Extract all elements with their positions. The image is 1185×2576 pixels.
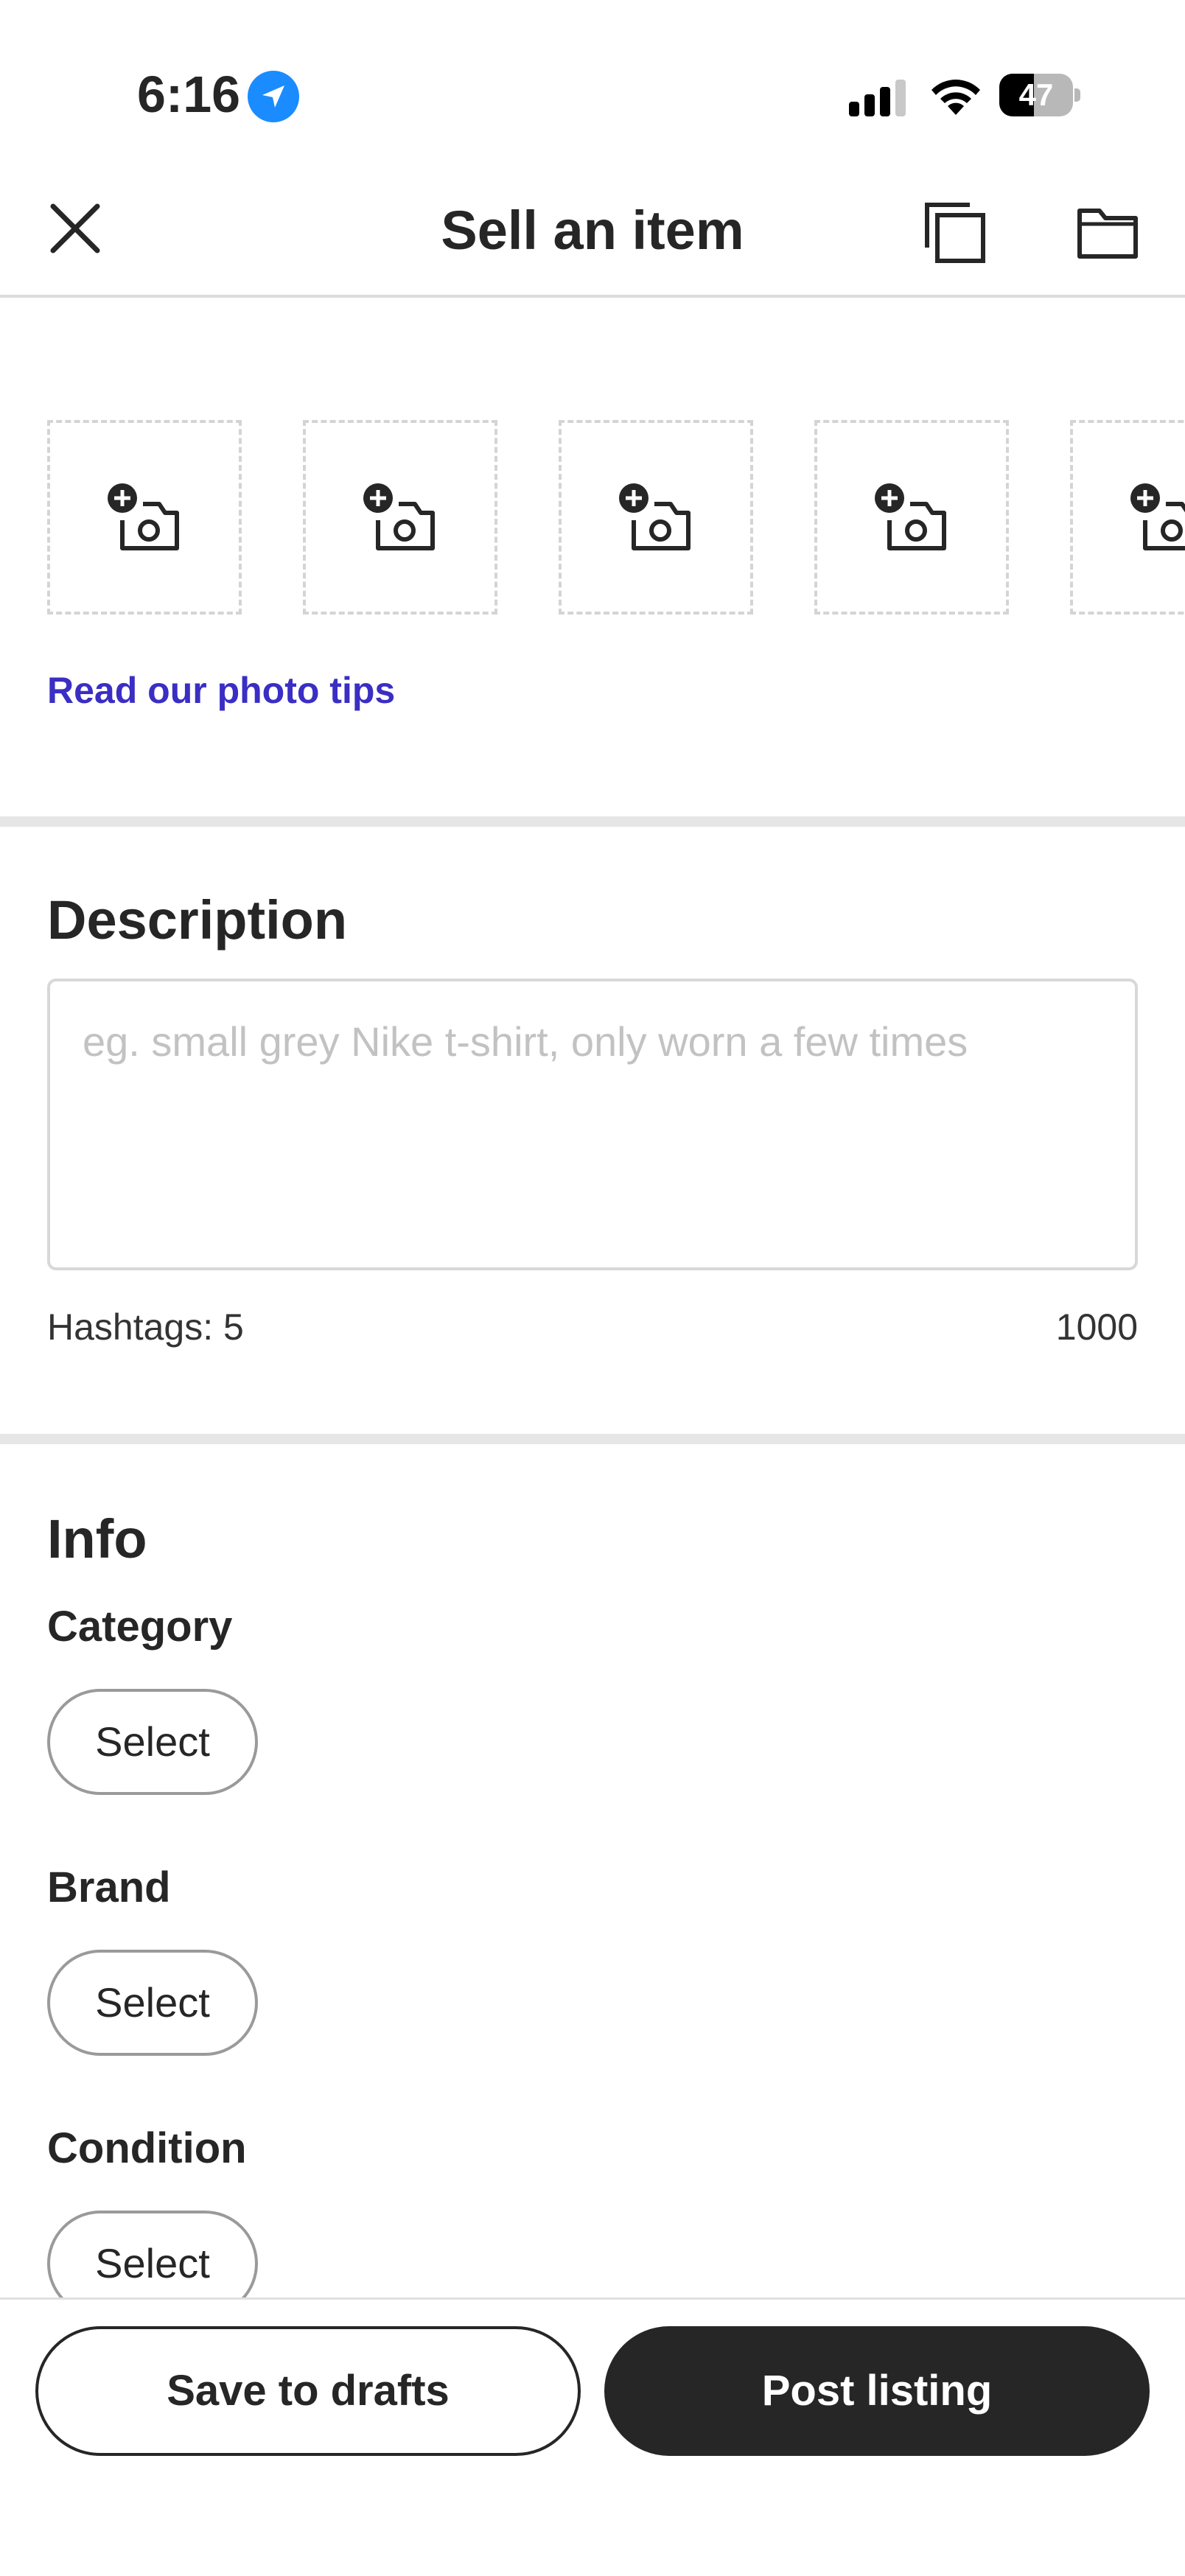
photo-upload-row[interactable] bbox=[47, 420, 1185, 615]
page-title: Sell an item bbox=[441, 200, 744, 261]
wifi-icon bbox=[929, 75, 983, 116]
condition-label: Condition bbox=[47, 2124, 247, 2172]
post-listing-button[interactable]: Post listing bbox=[604, 2326, 1150, 2456]
hashtags-counter: Hashtags: 5 bbox=[47, 1306, 244, 1348]
photo-slot-3[interactable] bbox=[559, 420, 753, 615]
add-photo-camera-icon bbox=[1130, 483, 1185, 550]
bottom-action-bar: Save to drafts Post listing bbox=[0, 2297, 1185, 2576]
add-photo-camera-icon bbox=[108, 483, 179, 550]
info-title: Info bbox=[47, 1508, 147, 1569]
copy-listing-button[interactable] bbox=[921, 199, 988, 265]
description-placeholder: eg. small grey Nike t-shirt, only worn a… bbox=[83, 1018, 968, 1065]
status-bar: 6:16 47 bbox=[0, 0, 1185, 169]
description-title: Description bbox=[47, 889, 348, 951]
character-counter: 1000 bbox=[1055, 1306, 1138, 1348]
add-photo-camera-icon bbox=[363, 483, 435, 550]
section-divider bbox=[0, 816, 1185, 827]
save-to-drafts-button[interactable]: Save to drafts bbox=[35, 2326, 581, 2456]
photo-slot-5[interactable] bbox=[1070, 420, 1185, 615]
copy-icon bbox=[925, 203, 985, 263]
category-select-button[interactable]: Select bbox=[47, 1689, 258, 1795]
category-label: Category bbox=[47, 1603, 233, 1651]
photo-tips-link[interactable]: Read our photo tips bbox=[47, 669, 395, 712]
brand-select-button[interactable]: Select bbox=[47, 1950, 258, 2056]
cellular-signal-icon bbox=[847, 80, 909, 118]
photo-slot-2[interactable] bbox=[303, 420, 497, 615]
battery-percent: 47 bbox=[1018, 77, 1054, 112]
folder-icon bbox=[1077, 209, 1138, 259]
drafts-folder-button[interactable] bbox=[1076, 203, 1139, 262]
photo-slot-4[interactable] bbox=[814, 420, 1009, 615]
battery-icon: 47 bbox=[999, 74, 1080, 116]
brand-label: Brand bbox=[47, 1863, 171, 1911]
photo-slot-1[interactable] bbox=[47, 420, 242, 615]
location-arrow-icon bbox=[248, 71, 299, 122]
status-time: 6:16 bbox=[137, 66, 241, 123]
add-photo-camera-icon bbox=[875, 483, 946, 550]
top-nav-bar: Sell an item bbox=[0, 169, 1185, 298]
add-photo-camera-icon bbox=[619, 483, 691, 550]
description-input[interactable]: eg. small grey Nike t-shirt, only worn a… bbox=[47, 979, 1138, 1270]
section-divider bbox=[0, 1434, 1185, 1444]
